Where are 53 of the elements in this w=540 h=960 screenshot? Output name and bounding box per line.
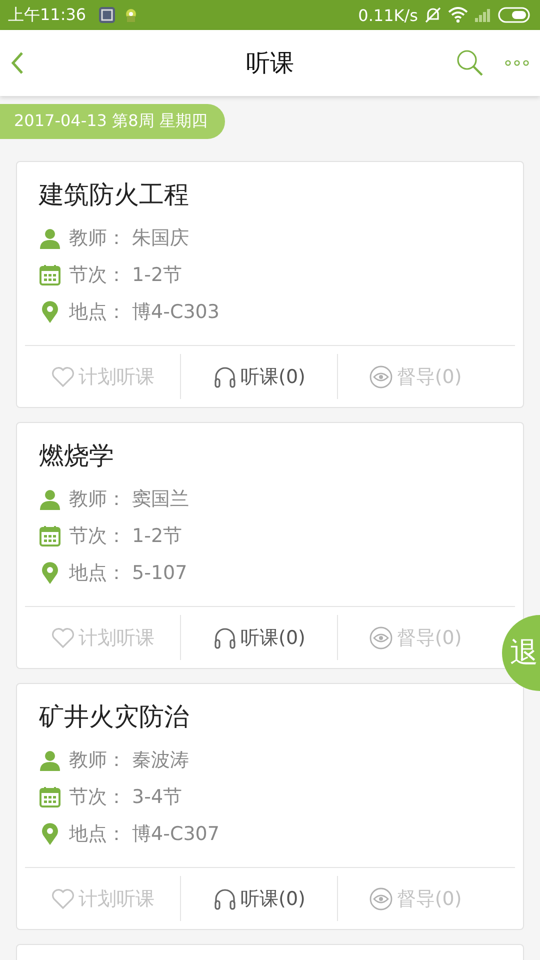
teacher-name: 窦国兰 bbox=[132, 486, 189, 512]
more-icon bbox=[504, 59, 530, 67]
class-period: 1-2节 bbox=[132, 524, 182, 548]
network-speed: 0.11K/s bbox=[358, 6, 418, 24]
info-label: 节次： bbox=[69, 524, 126, 548]
mute-icon bbox=[424, 6, 442, 24]
class-period: 1-2节 bbox=[132, 262, 182, 288]
course-name: 燃烧学 bbox=[39, 440, 115, 472]
calendar-icon bbox=[39, 524, 61, 546]
heart-icon bbox=[50, 888, 75, 910]
info-label: 教师： bbox=[69, 748, 126, 772]
person-icon bbox=[39, 488, 61, 510]
info-label: 地点： bbox=[69, 822, 126, 846]
teacher-name: 朱国庆 bbox=[132, 226, 189, 250]
back-icon bbox=[10, 51, 24, 75]
calendar-icon bbox=[39, 264, 61, 286]
action-button[interactable]: 听课(0) bbox=[180, 615, 337, 660]
info-label: 地点： bbox=[69, 300, 126, 324]
classroom: 5-107 bbox=[132, 562, 188, 584]
info-label: 节次： bbox=[69, 784, 126, 810]
eye-icon bbox=[368, 886, 393, 910]
action-button[interactable]: 听课(0) bbox=[180, 876, 337, 921]
headphones-icon bbox=[212, 364, 237, 388]
location-pin-icon bbox=[39, 560, 61, 584]
wifi-icon bbox=[448, 7, 468, 23]
search-icon bbox=[456, 49, 484, 77]
battery-icon bbox=[498, 7, 532, 23]
headphones-icon bbox=[212, 886, 237, 910]
class-period: 3-4节 bbox=[132, 784, 182, 810]
course-name: 建筑防火工程 bbox=[39, 179, 190, 211]
heart-icon bbox=[50, 366, 75, 388]
status-time: 上午11:36 bbox=[8, 4, 86, 26]
course-name: 矿井火灾防治 bbox=[39, 701, 190, 733]
heart-icon bbox=[50, 626, 75, 648]
calendar-icon bbox=[39, 786, 61, 808]
action-button[interactable]: 听课(0) bbox=[180, 354, 337, 399]
location-pin-icon bbox=[39, 822, 61, 846]
page-title: 听课 bbox=[246, 48, 294, 79]
person-icon bbox=[39, 748, 61, 770]
info-label: 地点： bbox=[69, 560, 126, 586]
eye-icon bbox=[368, 364, 393, 388]
info-label: 教师： bbox=[69, 226, 126, 250]
headphones-icon bbox=[212, 626, 237, 650]
classroom: 博4-C303 bbox=[132, 300, 220, 324]
teacher-name: 秦波涛 bbox=[132, 748, 189, 772]
person-icon bbox=[39, 226, 61, 248]
signal-icon bbox=[474, 8, 492, 22]
eye-icon bbox=[368, 626, 393, 650]
location-pin-icon bbox=[39, 300, 61, 324]
classroom: 博4-C307 bbox=[132, 822, 220, 846]
date-tag: 2017-04-13 第8周 星期四 bbox=[0, 104, 226, 139]
info-label: 教师： bbox=[69, 486, 126, 512]
info-label: 节次： bbox=[69, 262, 126, 288]
